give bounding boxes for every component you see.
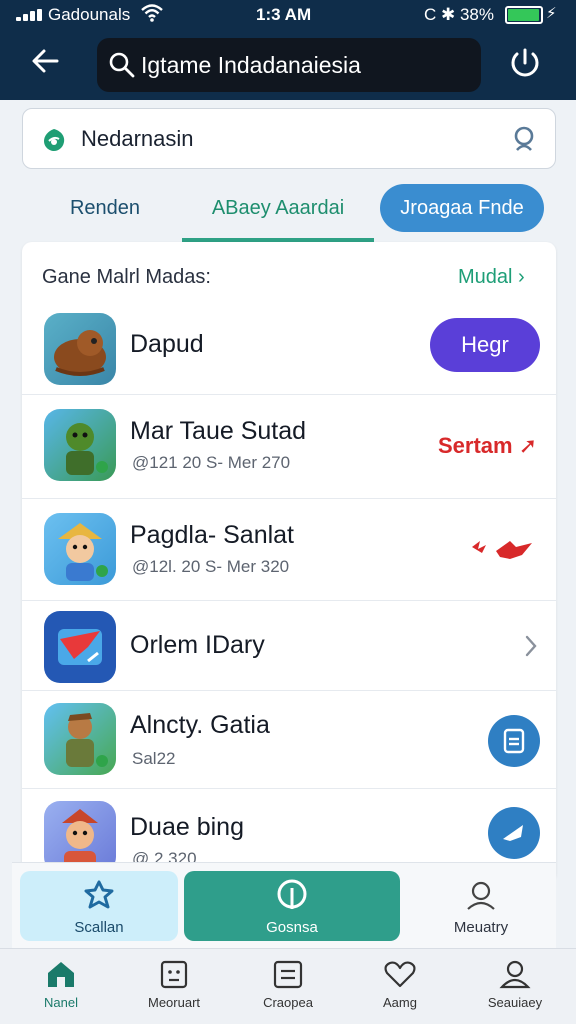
back-arrow-icon[interactable] [30, 46, 66, 82]
secondary-search-text: Nedarnasin [81, 126, 194, 151]
calendar-icon [160, 960, 188, 989]
item-tag[interactable]: Sertam ➚ [438, 433, 537, 459]
action-bar: Scallan Gosnsa Meuatry [12, 862, 556, 948]
info-circle-icon [277, 879, 307, 909]
status-bar: Gadounals 1:3 AM C ✱ 38% ⚡ [0, 0, 576, 30]
item-subtitle: Sal22 [132, 749, 176, 768]
tab-create[interactable]: Craopea [233, 957, 343, 1010]
game-icon [44, 513, 116, 585]
red-bird-icon [472, 541, 532, 559]
profile-icon [467, 881, 495, 910]
search-icon[interactable] [509, 124, 539, 154]
memory-button[interactable]: Meuatry [408, 871, 554, 941]
tab-menu[interactable]: Meoruart [119, 957, 229, 1010]
app-header: Gadounals 1:3 AM C ✱ 38% ⚡ Igtame Indada… [0, 0, 576, 100]
play-button[interactable]: Hegr [430, 318, 540, 372]
tab-abaey[interactable]: ABaey Aaardai [182, 184, 374, 232]
list-item[interactable]: Orlem IDary [22, 600, 556, 690]
user-icon [499, 960, 531, 989]
document-icon [273, 960, 303, 989]
carrier-name: Gadounals [48, 5, 131, 24]
list-item[interactable]: Pagdla- Sanlat @12l. 20 S- Mer 320 [22, 498, 556, 600]
leaf-logo-icon [44, 129, 65, 151]
send-button[interactable] [488, 807, 540, 859]
search-icon [109, 52, 135, 78]
list-item[interactable]: Mar Taue Sutad @121 20 S- Mer 270 Sertam… [22, 394, 556, 498]
tab-favorites[interactable]: Aamg [345, 957, 455, 1010]
item-title: Pagdla- Sanlat [130, 521, 295, 549]
search-bar[interactable]: Igtame Indadanaiesia [97, 38, 481, 92]
item-subtitle: @12l. 20 S- Mer 320 [132, 557, 290, 576]
power-icon[interactable] [506, 44, 544, 82]
save-button[interactable] [488, 715, 540, 767]
chevron-right-icon[interactable] [524, 635, 538, 657]
signal-icon [16, 9, 44, 21]
battery-icon [505, 6, 543, 24]
tab-renden[interactable]: Renden [40, 184, 170, 232]
secondary-search-field[interactable]: Nedarnasin [22, 108, 556, 169]
home-icon [48, 962, 74, 987]
item-subtitle: @121 20 S- Mer 270 [132, 453, 291, 472]
game-list-card: Gane Malrl Madas: Mudal › Dapud Hegr Mar… [22, 242, 556, 882]
list-item[interactable]: Dapud Hegr [22, 304, 556, 394]
tab-home[interactable]: Nanel [6, 957, 116, 1010]
puzzle-icon [84, 880, 114, 909]
tab-jroagaa[interactable]: Jroagaa Fnde [380, 184, 544, 232]
save-icon [503, 728, 525, 754]
bottom-tab-bar: Nanel Meoruart Craopea Aamg Seauiaey [0, 948, 576, 1024]
status-indicators: C ✱ 38% [424, 5, 494, 24]
send-icon [503, 825, 523, 841]
item-title: Dapud [130, 330, 204, 358]
wifi-icon [141, 4, 163, 27]
item-title: Mar Taue Sutad [130, 417, 307, 445]
games-button[interactable]: Gosnsa [184, 871, 400, 941]
game-icon [44, 409, 116, 481]
scan-button[interactable]: Scallan [20, 871, 178, 941]
clock: 1:3 AM [256, 5, 312, 24]
charging-icon: ⚡ [546, 5, 557, 22]
game-icon [44, 703, 116, 775]
heart-icon [384, 961, 416, 988]
section-title: Gane Malrl Madas: [42, 266, 211, 288]
game-icon [44, 313, 116, 385]
item-title: Duae bing [130, 813, 244, 841]
more-link[interactable]: Mudal › [458, 266, 525, 289]
list-item[interactable]: Alncty. Gatia Sal22 [22, 690, 556, 788]
item-title: Alncty. Gatia [130, 711, 270, 739]
tab-profile[interactable]: Seauiaey [460, 957, 570, 1010]
search-input[interactable]: Igtame Indadanaiesia [141, 52, 361, 79]
game-icon [44, 611, 116, 683]
item-title: Orlem IDary [130, 631, 265, 659]
